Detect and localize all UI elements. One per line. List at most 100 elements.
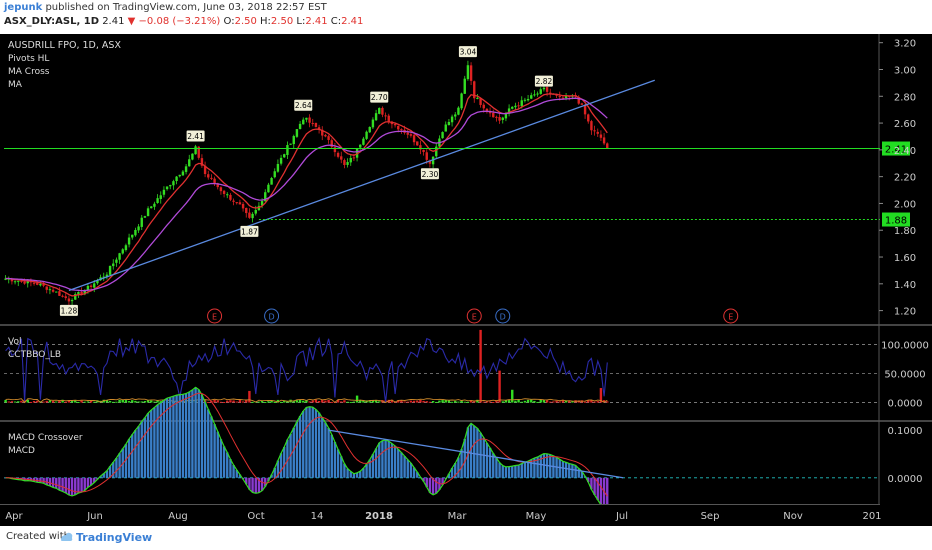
candle-body: [140, 217, 143, 227]
volume-bar: [558, 401, 561, 403]
tradingview-brand[interactable]: TradingView: [76, 531, 152, 544]
volume-bar: [466, 401, 470, 403]
candle-body: [400, 129, 403, 131]
candle-body: [232, 200, 235, 202]
macd-histogram-bar: [58, 477, 61, 491]
volume-bar: [118, 399, 121, 403]
candle-body: [86, 285, 90, 291]
macd-histogram-bar: [526, 461, 530, 478]
macd-histogram-bar: [188, 391, 191, 478]
close-label: C:: [330, 16, 342, 27]
macd-histogram-bar: [39, 477, 42, 483]
candle-body: [523, 99, 527, 101]
candle-body: [248, 212, 251, 218]
macd-histogram-bar: [400, 452, 403, 478]
volume-bar: [583, 401, 587, 403]
candle-body: [219, 187, 223, 192]
candle-body: [146, 208, 150, 217]
x-tick-label: Aug: [168, 511, 188, 522]
pivot-label: 2.41: [187, 132, 204, 141]
published-text: published on TradingView.com, June 03, 2…: [45, 2, 327, 13]
macd-histogram-bar: [371, 454, 375, 478]
macd-histogram-bar: [504, 466, 508, 478]
macd-histogram-bar: [181, 394, 185, 478]
candle-body: [159, 195, 162, 199]
candle-body: [283, 154, 286, 158]
volume-bar: [20, 400, 23, 403]
volume-bar: [74, 400, 77, 403]
candle-body: [194, 146, 197, 155]
macd-histogram-bar: [191, 389, 194, 478]
candle-body: [539, 89, 542, 94]
volume-bar: [368, 401, 371, 403]
candle-body: [184, 166, 188, 172]
volume-bar: [536, 401, 539, 403]
macd-histogram-bar: [137, 426, 140, 478]
macd-histogram-bar: [143, 417, 147, 478]
candle-body: [169, 185, 172, 187]
candle-body: [340, 156, 343, 160]
volume-bar: [241, 401, 245, 403]
candle-body: [64, 296, 67, 299]
candle-body: [39, 283, 42, 286]
macd-histogram-bar: [210, 416, 213, 478]
volume-bar: [438, 400, 441, 403]
tradingview-logo-icon[interactable]: [58, 529, 74, 545]
volume-bar: [213, 399, 216, 403]
candle-body: [32, 282, 36, 284]
event-label: E: [728, 313, 733, 322]
candle-body: [121, 249, 124, 254]
candle-body: [13, 281, 17, 283]
volume-bar: [435, 401, 438, 403]
y-tick-label: 2.40: [894, 146, 916, 157]
x-tick-label: 201: [862, 511, 881, 522]
macd-histogram-bar: [146, 413, 150, 478]
y-tick-label: 3.00: [894, 65, 916, 76]
header-bar: jepunk published on TradingView.com, Jun…: [0, 0, 932, 34]
vol-tick-label: 50.0000: [884, 370, 925, 381]
candle-body: [336, 152, 340, 157]
candle-body: [45, 286, 48, 290]
macd-histogram-bar: [571, 464, 574, 478]
macd-histogram-bar: [254, 477, 257, 494]
volume-bar: [207, 401, 210, 403]
last-price: 2.41: [102, 16, 125, 27]
volume-bar: [492, 401, 495, 403]
candle-body: [466, 65, 470, 80]
volume-bar: [343, 400, 346, 403]
candle-body: [343, 160, 346, 166]
macd-histogram-bar: [184, 393, 188, 478]
candle-body: [55, 291, 58, 293]
y-tick-label: 1.20: [894, 307, 916, 318]
macd-histogram-bar: [495, 457, 498, 478]
candle-body: [457, 107, 460, 115]
volume-bar: [7, 401, 10, 403]
candle-body: [533, 94, 536, 96]
volume-bar: [406, 401, 409, 403]
volume-bar: [473, 401, 476, 403]
volume-bar: [507, 400, 511, 403]
volume-bar: [431, 401, 435, 403]
pivot-label: 2.64: [295, 101, 312, 110]
macd-histogram-bar: [131, 434, 134, 478]
vol-legend-item: Vol: [8, 337, 21, 347]
footer-bar: Created with TradingView: [0, 526, 932, 550]
candle-body: [469, 65, 473, 81]
x-tick-label: Apr: [5, 511, 23, 522]
volume-bar: [42, 401, 45, 403]
time-axis[interactable]: Apr Jun Aug Oct 14 2018 Mar May Jul Sep Nov 201: [0, 504, 932, 526]
volume-bar: [124, 400, 128, 403]
volume-bar: [29, 401, 33, 403]
author-link[interactable]: jepunk: [4, 2, 42, 13]
macd-histogram-bar: [169, 397, 172, 478]
event-label: E: [472, 313, 477, 322]
volume-bar: [520, 401, 523, 403]
macd-histogram-bar: [140, 421, 143, 478]
candle-body: [416, 141, 419, 146]
candle-body: [175, 176, 178, 182]
chart-canvas[interactable]: 2.41 1.88 3.20 3.00 2.80 2.60 2.40 2.20 2.00 1.80…: [0, 34, 932, 526]
volume-bar: [143, 400, 147, 403]
candle-body: [422, 149, 425, 152]
symbol-label[interactable]: ASX_DLY:ASL, 1D: [4, 16, 99, 27]
candle-body: [365, 131, 368, 139]
